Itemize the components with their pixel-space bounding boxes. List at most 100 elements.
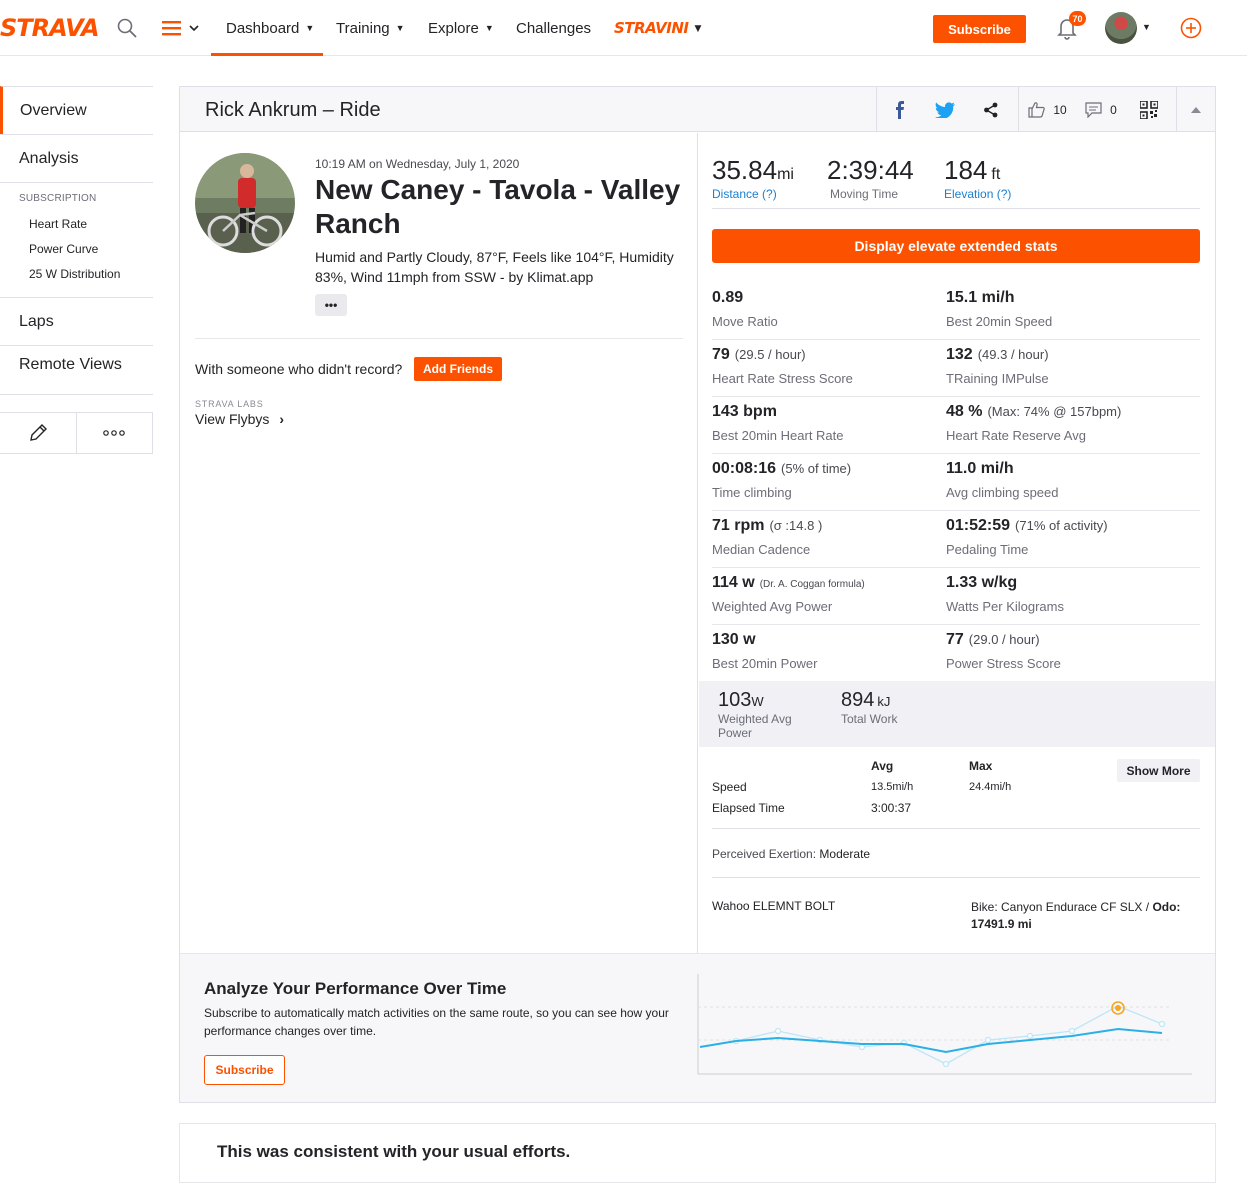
chevron-down-icon[interactable]: ▼ xyxy=(1142,22,1151,32)
stat-moving-time: 2:39:44 Moving Time xyxy=(827,155,914,201)
stat-value: 132 xyxy=(946,346,973,363)
stat-value-line: 0.89 xyxy=(712,289,942,307)
view-flybys-label: View Flybys xyxy=(195,411,270,427)
more-actions-button[interactable] xyxy=(77,413,153,453)
stat-value: 143 bpm xyxy=(712,403,777,420)
athlete-photo[interactable] xyxy=(195,153,295,253)
stat-value: 77 xyxy=(946,631,964,648)
stat-extra: (29.0 / hour) xyxy=(968,632,1040,647)
strava-logo[interactable]: STRAVA xyxy=(0,14,100,42)
nav-explore[interactable]: Explore ▼ xyxy=(428,20,494,37)
facebook-share-button[interactable] xyxy=(876,87,922,132)
promo-subscribe-button[interactable]: Subscribe xyxy=(204,1055,285,1085)
nav-training-label: Training xyxy=(336,20,390,37)
max-header: Max xyxy=(969,759,993,773)
promo-title: Analyze Your Performance Over Time xyxy=(204,979,507,998)
nav-dashboard-label: Dashboard xyxy=(226,20,300,37)
stat-value-line: 48 % (Max: 74% @ 157bpm) xyxy=(946,403,1176,421)
sidebar-item-power-curve[interactable]: Power Curve xyxy=(0,237,153,262)
stat-value: 48 % xyxy=(946,403,983,420)
add-friends-button[interactable]: Add Friends xyxy=(414,357,502,381)
activity-summary: 10:19 AM on Wednesday, July 1, 2020 New … xyxy=(180,133,698,953)
activity-sidebar: Overview Analysis SUBSCRIPTION Heart Rat… xyxy=(0,86,153,395)
elapsed-time-avg: 3:00:37 xyxy=(871,801,912,815)
stat-value: 01:52:59 xyxy=(946,517,1011,534)
stat-value-line: 1.33 w/kg xyxy=(946,574,1176,592)
stat-cell: 1.33 w/kg Watts Per Kilograms xyxy=(946,574,1176,614)
stat-weighted-power: 103W Weighted Avg Power xyxy=(718,689,808,740)
subscribe-button[interactable]: Subscribe xyxy=(933,15,1026,43)
kudos-button[interactable]: 10 xyxy=(1018,87,1076,132)
nav-stravini[interactable]: STRAVINI ▼ xyxy=(614,19,701,37)
strava-labs-label: STRAVA LABS xyxy=(195,399,264,409)
stat-label: TRaining IMPulse xyxy=(946,371,1049,386)
divider xyxy=(712,877,1200,878)
perceived-exertion: Perceived Exertion: Moderate xyxy=(712,847,870,861)
stat-extra: (Max: 74% @ 157bpm) xyxy=(987,404,1122,419)
divider xyxy=(195,338,683,339)
stat-label: Move Ratio xyxy=(712,314,778,329)
pencil-icon xyxy=(29,424,47,441)
show-more-button[interactable]: Show More xyxy=(1117,759,1200,782)
sidebar-item-heart-rate[interactable]: Heart Rate xyxy=(0,212,153,237)
sidebar-item-power-distribution[interactable]: 25 W Distribution xyxy=(0,262,153,287)
stat-total-work: 894 kJ Total Work xyxy=(841,689,897,726)
facebook-icon xyxy=(895,100,904,119)
stat-value-line: 01:52:59 (71% of activity) xyxy=(946,517,1176,535)
search-icon[interactable] xyxy=(117,18,137,38)
kudos-count: 10 xyxy=(1053,102,1067,117)
activity-stats: 35.84mi Distance (?) 2:39:44 Moving Time… xyxy=(699,133,1215,953)
stravini-label: STRAVINI xyxy=(614,19,689,37)
collapse-button[interactable] xyxy=(1176,87,1215,132)
stat-cell: 11.0 mi/h Avg climbing speed xyxy=(946,460,1176,500)
nav-training[interactable]: Training ▼ xyxy=(336,20,405,37)
analyze-performance-promo: Analyze Your Performance Over Time Subsc… xyxy=(180,953,1215,1102)
twitter-share-button[interactable] xyxy=(922,87,968,132)
speed-label: Speed xyxy=(712,780,747,794)
stat-extra: (σ :14.8 ) xyxy=(769,518,823,533)
sidebar-item-remote-views[interactable]: Remote Views xyxy=(0,345,153,395)
distance-label[interactable]: Distance (?) xyxy=(712,187,794,201)
edit-button[interactable] xyxy=(0,413,77,453)
weighted-power-value: 103 xyxy=(718,689,752,711)
with-someone-prompt: With someone who didn't record? xyxy=(195,361,403,377)
nav-dashboard[interactable]: Dashboard ▼ xyxy=(226,20,314,37)
stat-cell: 15.1 mi/h Best 20min Speed xyxy=(946,289,1176,329)
stat-extra: (Dr. A. Coggan formula) xyxy=(759,579,865,590)
share-button[interactable] xyxy=(968,87,1014,132)
stat-label: Pedaling Time xyxy=(946,542,1029,557)
menu-icon[interactable] xyxy=(162,19,202,37)
bike-name[interactable]: Bike: Canyon Endurace CF SLX / xyxy=(971,900,1152,914)
stat-value-line: 00:08:16 (5% of time) xyxy=(712,460,942,478)
sidebar-item-laps[interactable]: Laps xyxy=(0,297,153,345)
ellipsis-icon xyxy=(103,430,126,436)
stat-extra: (49.3 / hour) xyxy=(977,347,1049,362)
stat-value-line: 130 w xyxy=(712,631,942,649)
comment-icon xyxy=(1085,101,1102,118)
elevate-extended-stats-button[interactable]: Display elevate extended stats xyxy=(712,229,1200,263)
qr-code-button[interactable] xyxy=(1126,87,1172,132)
performance-preview-chart xyxy=(697,974,1192,1075)
stat-label: Avg climbing speed xyxy=(946,485,1059,500)
comments-button[interactable]: 0 xyxy=(1076,87,1126,132)
activity-panel: Rick Ankrum – Ride 10 0 10:19 AM on Wedn… xyxy=(179,86,1216,1103)
upload-plus-icon[interactable] xyxy=(1180,17,1202,39)
stat-cell: 48 % (Max: 74% @ 157bpm) Heart Rate Reserv… xyxy=(946,403,1176,443)
stat-label: Power Stress Score xyxy=(946,656,1061,671)
activity-more-button[interactable]: ••• xyxy=(315,294,347,316)
stat-label: Best 20min Power xyxy=(712,656,818,671)
sidebar-item-overview[interactable]: Overview xyxy=(0,86,153,134)
consistency-title: This was consistent with your usual effo… xyxy=(217,1142,571,1161)
activity-header: Rick Ankrum – Ride 10 0 xyxy=(180,87,1215,132)
stat-value: 114 w xyxy=(712,574,755,591)
elevation-label[interactable]: Elevation (?) xyxy=(944,187,1011,201)
view-flybys-link[interactable]: View Flybys › xyxy=(195,411,284,427)
active-tab-indicator xyxy=(211,53,323,56)
stat-value-line: 143 bpm xyxy=(712,403,942,421)
user-avatar[interactable] xyxy=(1105,12,1137,44)
stat-cell: 00:08:16 (5% of time) Time climbing xyxy=(712,460,942,500)
sidebar-item-analysis[interactable]: Analysis xyxy=(0,134,153,182)
nav-challenges[interactable]: Challenges xyxy=(516,20,591,37)
power-summary: 103W Weighted Avg Power 894 kJ Total Work xyxy=(699,681,1215,747)
thumbs-up-icon xyxy=(1028,102,1046,118)
